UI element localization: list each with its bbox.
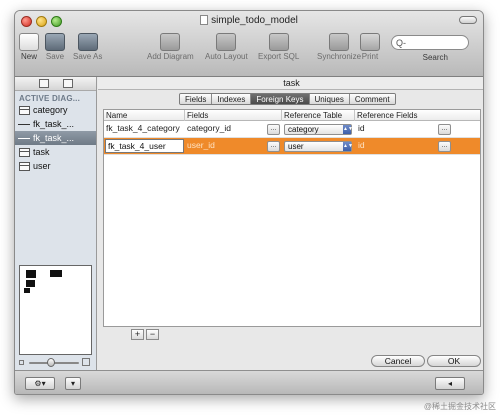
fields-ellipsis-button[interactable]: ... — [267, 124, 280, 135]
cancel-button[interactable]: Cancel — [371, 355, 425, 367]
chevron-updown-icon: ▲▼ — [343, 142, 353, 151]
table-row[interactable]: fk_task_4_category category_id ... categ… — [104, 121, 480, 138]
minimap-shape — [24, 288, 30, 293]
remove-foreign-key-button[interactable]: − — [146, 329, 159, 340]
watermark: @稀土掘金技术社区 — [423, 402, 496, 411]
save-as-icon — [77, 33, 98, 51]
fk-fields-cell: category_id — [187, 123, 231, 133]
tab-foreign-keys[interactable]: Foreign Keys — [251, 94, 310, 104]
chevron-updown-icon: ▲▼ — [343, 125, 353, 134]
zoom-slider[interactable] — [19, 358, 92, 368]
column-header-fields[interactable]: Fields — [185, 110, 282, 121]
window-title: simple_todo_model — [15, 15, 483, 26]
fk-name-cell[interactable]: fk_task_4_category — [104, 121, 184, 138]
diagram-minimap[interactable] — [19, 265, 92, 355]
add-diagram-button[interactable]: Add Diagram — [147, 33, 194, 61]
export-sql-icon — [268, 33, 289, 51]
table-row-selected[interactable]: fk_task_4_user user_id ... user ▲▼ id ..… — [104, 138, 480, 155]
ok-button[interactable]: OK — [427, 355, 481, 367]
toolbar-toggle-button[interactable] — [459, 16, 477, 24]
column-header-reference-table[interactable]: Reference Table — [282, 110, 355, 121]
toolbar: simple_todo_model New Save Save As Add D… — [15, 11, 483, 77]
sidebar-item-user[interactable]: user — [15, 159, 96, 173]
editor-tabs: Fields Indexes Foreign Keys Uniques Comm… — [179, 93, 396, 105]
print-button[interactable]: Print — [360, 33, 380, 61]
sidebar-heading: ACTIVE DIAG... — [19, 94, 81, 103]
save-button[interactable]: Save — [45, 33, 65, 61]
synchronize-button[interactable]: Synchronize — [317, 33, 361, 61]
auto-layout-button[interactable]: Auto Layout — [205, 33, 248, 61]
table-icon — [19, 162, 30, 171]
table-icon — [19, 148, 30, 157]
reference-table-select[interactable]: user ▲▼ — [284, 141, 353, 152]
tab-fields[interactable]: Fields — [180, 94, 213, 104]
gear-menu-button[interactable]: ⚙▾ — [25, 377, 55, 390]
editor-panel: task Fields Indexes Foreign Keys Uniques… — [98, 77, 483, 370]
diagram-view-tab-icon[interactable] — [39, 79, 49, 88]
app-window: simple_todo_model New Save Save As Add D… — [14, 10, 484, 395]
sidebar: ACTIVE DIAG... category fk_task_... fk_t… — [15, 77, 97, 370]
tab-indexes[interactable]: Indexes — [212, 94, 252, 104]
table-name-title: task — [98, 77, 483, 90]
tab-uniques[interactable]: Uniques — [309, 94, 350, 104]
save-icon — [45, 33, 65, 51]
fk-name-input[interactable]: fk_task_4_user — [105, 139, 184, 153]
table-header: Name Fields Reference Table Reference Fi… — [104, 110, 480, 121]
new-document-icon — [19, 33, 39, 51]
tab-comment[interactable]: Comment — [349, 94, 395, 104]
fk-fields-cell: user_id — [187, 140, 215, 150]
minimap-shape — [50, 270, 62, 277]
synchronize-icon — [329, 33, 350, 51]
sidebar-item-task[interactable]: task — [15, 145, 96, 159]
object-list-tab-icon[interactable] — [63, 79, 73, 88]
add-diagram-icon — [160, 33, 181, 51]
table-icon — [19, 106, 30, 115]
reference-fields-ellipsis-button[interactable]: ... — [438, 124, 451, 135]
action-popup-button[interactable]: ▾ — [65, 377, 81, 390]
reference-fields-ellipsis-button[interactable]: ... — [438, 141, 451, 152]
add-remove-controls: + − — [131, 329, 161, 340]
sidebar-tab-bar — [15, 77, 96, 91]
auto-layout-icon — [216, 33, 237, 51]
sidebar-item-fk-task-user[interactable]: fk_task_... — [15, 131, 96, 145]
save-as-button[interactable]: Save As — [73, 33, 102, 61]
toggle-panel-button[interactable]: ◂ — [435, 377, 465, 390]
zoom-knob[interactable] — [47, 358, 55, 367]
status-bar: ⚙▾ ▾ ◂ — [15, 370, 483, 394]
reference-fields-cell: id — [358, 123, 365, 133]
printer-icon — [360, 33, 380, 51]
search-icon: Q- — [396, 38, 406, 48]
fields-ellipsis-button[interactable]: ... — [267, 141, 280, 152]
foreign-keys-table: Name Fields Reference Table Reference Fi… — [103, 109, 481, 327]
export-sql-button[interactable]: Export SQL — [258, 33, 299, 61]
column-header-reference-fields[interactable]: Reference Fields — [355, 110, 482, 121]
zoom-out-icon — [19, 360, 24, 365]
minimap-shape — [26, 280, 35, 287]
relation-icon — [18, 124, 30, 125]
reference-fields-cell: id — [358, 140, 365, 150]
search-field[interactable]: Q- — [391, 35, 469, 50]
new-button[interactable]: New — [19, 33, 39, 61]
add-foreign-key-button[interactable]: + — [131, 329, 144, 340]
column-header-name[interactable]: Name — [104, 110, 185, 121]
minimap-shape — [26, 270, 36, 278]
search-label: Search — [422, 53, 448, 62]
sidebar-item-category[interactable]: category — [15, 103, 96, 117]
sidebar-item-fk-task-category[interactable]: fk_task_... — [15, 117, 96, 131]
relation-icon — [18, 138, 30, 139]
reference-table-select[interactable]: category ▲▼ — [284, 124, 353, 135]
zoom-in-icon — [82, 358, 90, 366]
document-icon — [200, 15, 209, 25]
